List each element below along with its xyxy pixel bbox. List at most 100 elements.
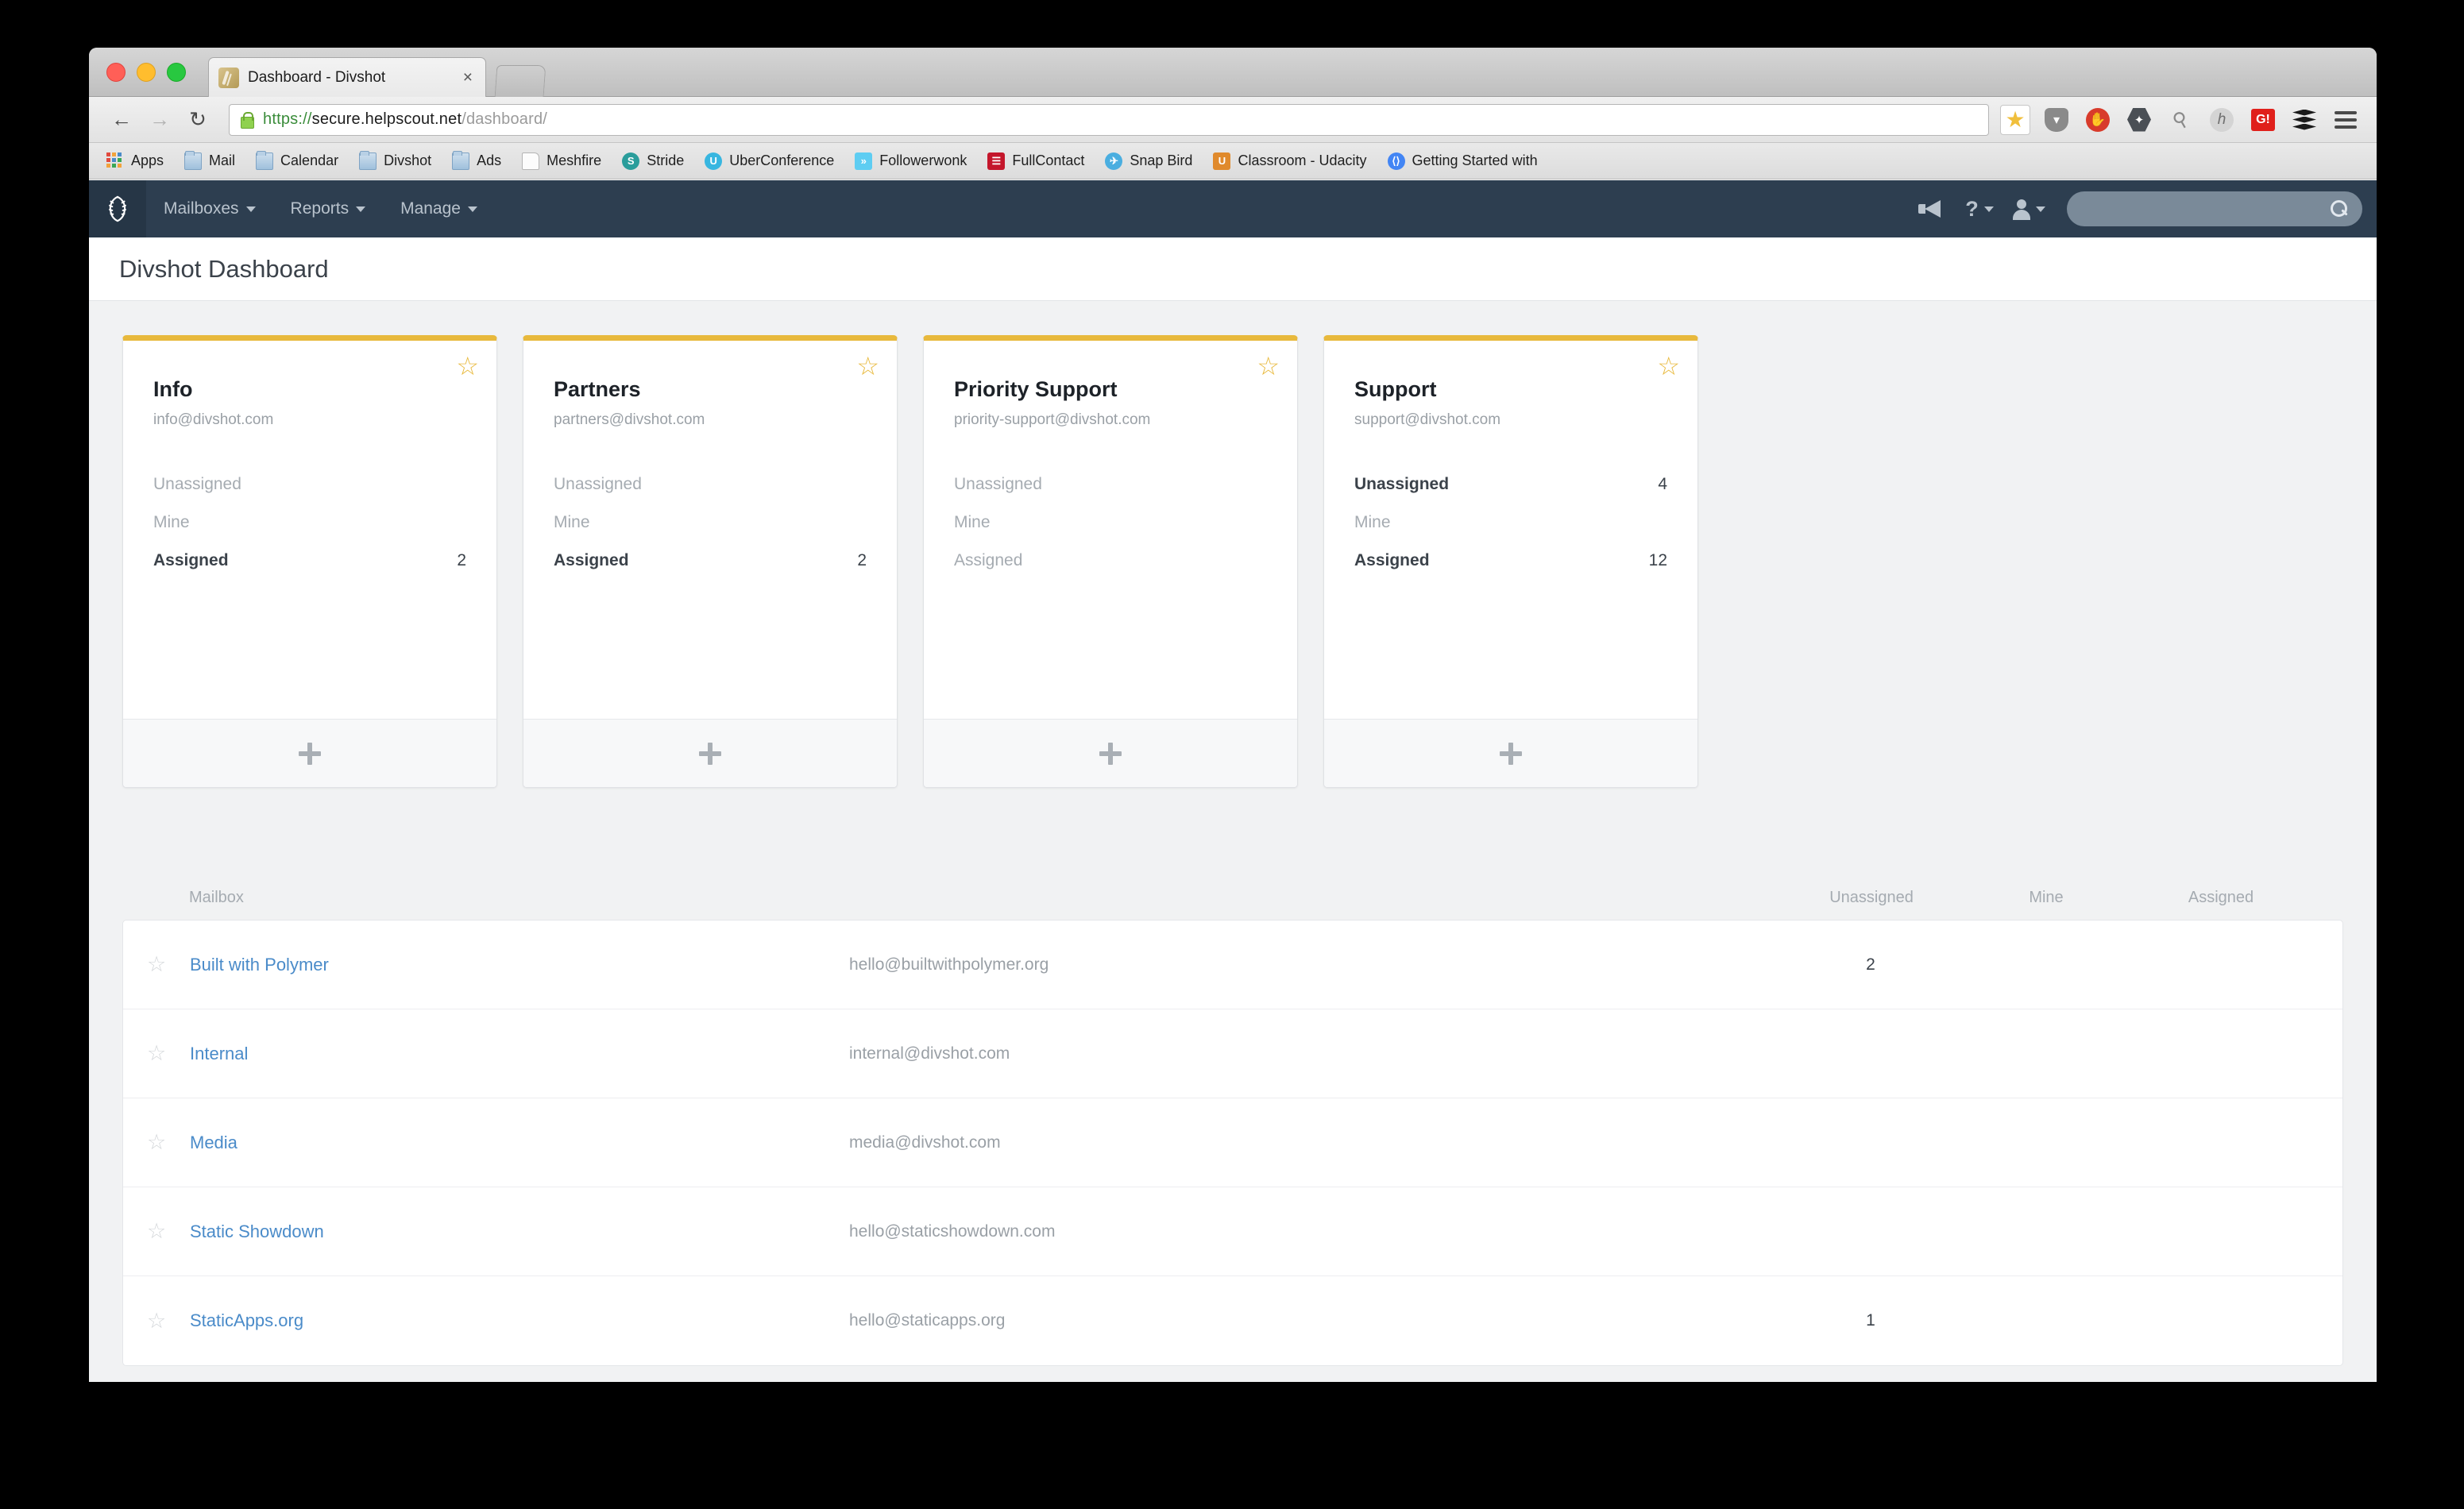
nav-manage[interactable]: Manage — [383, 180, 495, 237]
tab-close-icon[interactable]: × — [460, 69, 476, 86]
browser-tab[interactable]: Dashboard - Divshot × — [208, 57, 486, 97]
table-row[interactable]: ☆ Built with Polymer hello@builtwithpolyme… — [123, 920, 2342, 1009]
bookmark-item[interactable]: Ads — [452, 150, 501, 170]
card-stat-row[interactable]: Assigned 2 — [554, 551, 867, 570]
bookmark-item[interactable]: Meshfire — [522, 152, 601, 170]
bookmark-item[interactable]: Mail — [184, 150, 235, 170]
card-title: Partners — [554, 377, 641, 401]
maximize-window-button[interactable] — [167, 63, 186, 82]
bookmark-item[interactable]: ⟨⟩ Getting Started with — [1387, 152, 1538, 170]
address-bar[interactable]: https://secure.helpscout.net/dashboard/ — [229, 103, 1989, 136]
mailbox-card[interactable]: ☆ Partners partners@divshot.com Unassigned M… — [523, 335, 898, 788]
favorite-star-icon[interactable]: ☆ — [147, 1221, 190, 1242]
bookmark-label: Calendar — [280, 152, 339, 168]
favorite-star-icon[interactable]: ☆ — [856, 353, 879, 379]
mailbox-card[interactable]: ☆ Info info@divshot.com Unassigned Mine Assig… — [122, 335, 497, 788]
bookmark-item[interactable]: Apps — [106, 152, 164, 170]
card-body: Info info@divshot.com Unassigned Mine Assign… — [123, 341, 496, 719]
bookmark-label: Followerwonk — [879, 152, 967, 168]
mailbox-name-link[interactable]: Internal — [190, 1044, 849, 1064]
mailbox-email: internal@divshot.com — [849, 1044, 1010, 1063]
table-row[interactable]: ☆ StaticApps.org hello@staticapps.org 1 — [123, 1276, 2342, 1365]
grammarly-icon[interactable]: G! — [2248, 105, 2278, 135]
mailbox-name-link[interactable]: Static Showdown — [190, 1221, 849, 1242]
table-row[interactable]: ☆ Static Showdown hello@staticshowdown.com — [123, 1187, 2342, 1276]
helpscout-logo[interactable] — [89, 180, 146, 237]
add-conversation-button[interactable] — [924, 719, 1297, 787]
browser-menu-icon[interactable] — [2331, 105, 2361, 135]
table-row[interactable]: ☆ Media media@divshot.com — [123, 1098, 2342, 1187]
hover-icon[interactable]: h — [2207, 105, 2237, 135]
google-icon: ⟨⟩ — [1387, 152, 1405, 170]
bookmark-item[interactable]: U Classroom - Udacity — [1213, 152, 1367, 170]
search-box[interactable] — [2067, 191, 2362, 226]
buffer-icon[interactable] — [2289, 105, 2319, 135]
new-tab-button[interactable] — [494, 65, 546, 97]
lastpass-icon[interactable]: ✦ — [2124, 105, 2154, 135]
card-stat-row[interactable]: Unassigned — [954, 475, 1267, 494]
megaphone-icon[interactable] — [1908, 180, 1952, 237]
favorite-star-icon[interactable]: ☆ — [1257, 353, 1280, 379]
bookmark-item[interactable]: ✈ Snap Bird — [1105, 152, 1192, 170]
mailbox-name-link[interactable]: Built with Polymer — [190, 955, 849, 975]
bookmark-item[interactable]: S Stride — [622, 152, 684, 170]
add-conversation-button[interactable] — [523, 719, 897, 787]
back-button[interactable]: ← — [105, 103, 138, 137]
minimize-window-button[interactable] — [137, 63, 156, 82]
bookmark-label: UberConference — [729, 152, 835, 168]
favorite-star-icon[interactable]: ☆ — [147, 1310, 190, 1332]
page-header: Divshot Dashboard — [89, 237, 2377, 301]
bookmark-label: Stride — [647, 152, 685, 168]
nav-reports[interactable]: Reports — [273, 180, 384, 237]
mailbox-card[interactable]: ☆ Support support@divshot.com Unassigned 4 Mi… — [1323, 335, 1698, 788]
plus-icon — [299, 742, 321, 765]
url-host: secure.helpscout.net — [311, 110, 462, 128]
card-stat-row[interactable]: Assigned 12 — [1354, 551, 1667, 570]
table-row[interactable]: ☆ Internal internal@divshot.com — [123, 1009, 2342, 1098]
help-menu-button[interactable]: ? — [1957, 180, 2002, 237]
card-stat-row[interactable]: Mine — [954, 513, 1267, 532]
bookmark-item[interactable]: Divshot — [359, 150, 431, 170]
search-icon[interactable] — [2331, 200, 2348, 218]
mailbox-name-link[interactable]: StaticApps.org — [190, 1310, 849, 1331]
key-icon[interactable]: ⚲ — [2165, 105, 2196, 135]
card-stat-label: Mine — [153, 513, 190, 531]
card-stat-row[interactable]: Unassigned 4 — [1354, 475, 1667, 494]
pocket-icon[interactable]: ▾ — [2041, 105, 2072, 135]
bookmark-item[interactable]: » Followerwonk — [855, 152, 967, 170]
bookmark-item[interactable]: ☰ FullContact — [987, 152, 1084, 170]
favorite-star-icon[interactable]: ☆ — [147, 954, 190, 975]
nav-mailboxes[interactable]: Mailboxes — [146, 180, 273, 237]
mailbox-card[interactable]: ☆ Priority Support priority-support@divsho… — [923, 335, 1298, 788]
forward-button[interactable]: → — [143, 103, 176, 137]
header-mine: Mine — [2029, 888, 2064, 906]
card-email: partners@divshot.com — [554, 411, 705, 428]
card-stat-row[interactable]: Unassigned — [554, 475, 867, 494]
page-title: Divshot Dashboard — [119, 254, 329, 283]
followerwonk-icon: » — [855, 152, 873, 170]
bookmark-item[interactable]: Calendar — [256, 150, 339, 170]
card-stat-row[interactable]: Mine — [554, 513, 867, 532]
add-conversation-button[interactable] — [123, 719, 496, 787]
user-avatar-icon[interactable] — [2006, 180, 2051, 237]
card-stat-label: Unassigned — [554, 475, 642, 493]
add-conversation-button[interactable] — [1324, 719, 1697, 787]
card-stat-row[interactable]: Assigned — [954, 551, 1267, 570]
mailbox-name-link[interactable]: Media — [190, 1133, 849, 1153]
favorite-star-icon[interactable]: ☆ — [147, 1132, 190, 1153]
card-stat-row[interactable]: Assigned 2 — [153, 551, 466, 570]
bookmark-star-icon[interactable]: ★ — [2000, 104, 2030, 135]
reload-button[interactable]: ↻ — [181, 103, 214, 137]
favorite-star-icon[interactable]: ☆ — [1657, 353, 1680, 379]
bookmark-item[interactable]: U UberConference — [705, 152, 834, 170]
card-stat-label: Unassigned — [153, 475, 241, 493]
favorite-star-icon[interactable]: ☆ — [456, 353, 479, 379]
card-stat-row[interactable]: Unassigned — [153, 475, 466, 494]
search-input[interactable] — [2081, 200, 2331, 218]
card-stat-row[interactable]: Mine — [153, 513, 466, 532]
close-window-button[interactable] — [106, 63, 126, 82]
card-title: Support — [1354, 377, 1437, 401]
favorite-star-icon[interactable]: ☆ — [147, 1043, 190, 1064]
adblock-icon[interactable]: ✋ — [2083, 105, 2113, 135]
card-stat-row[interactable]: Mine — [1354, 513, 1667, 532]
